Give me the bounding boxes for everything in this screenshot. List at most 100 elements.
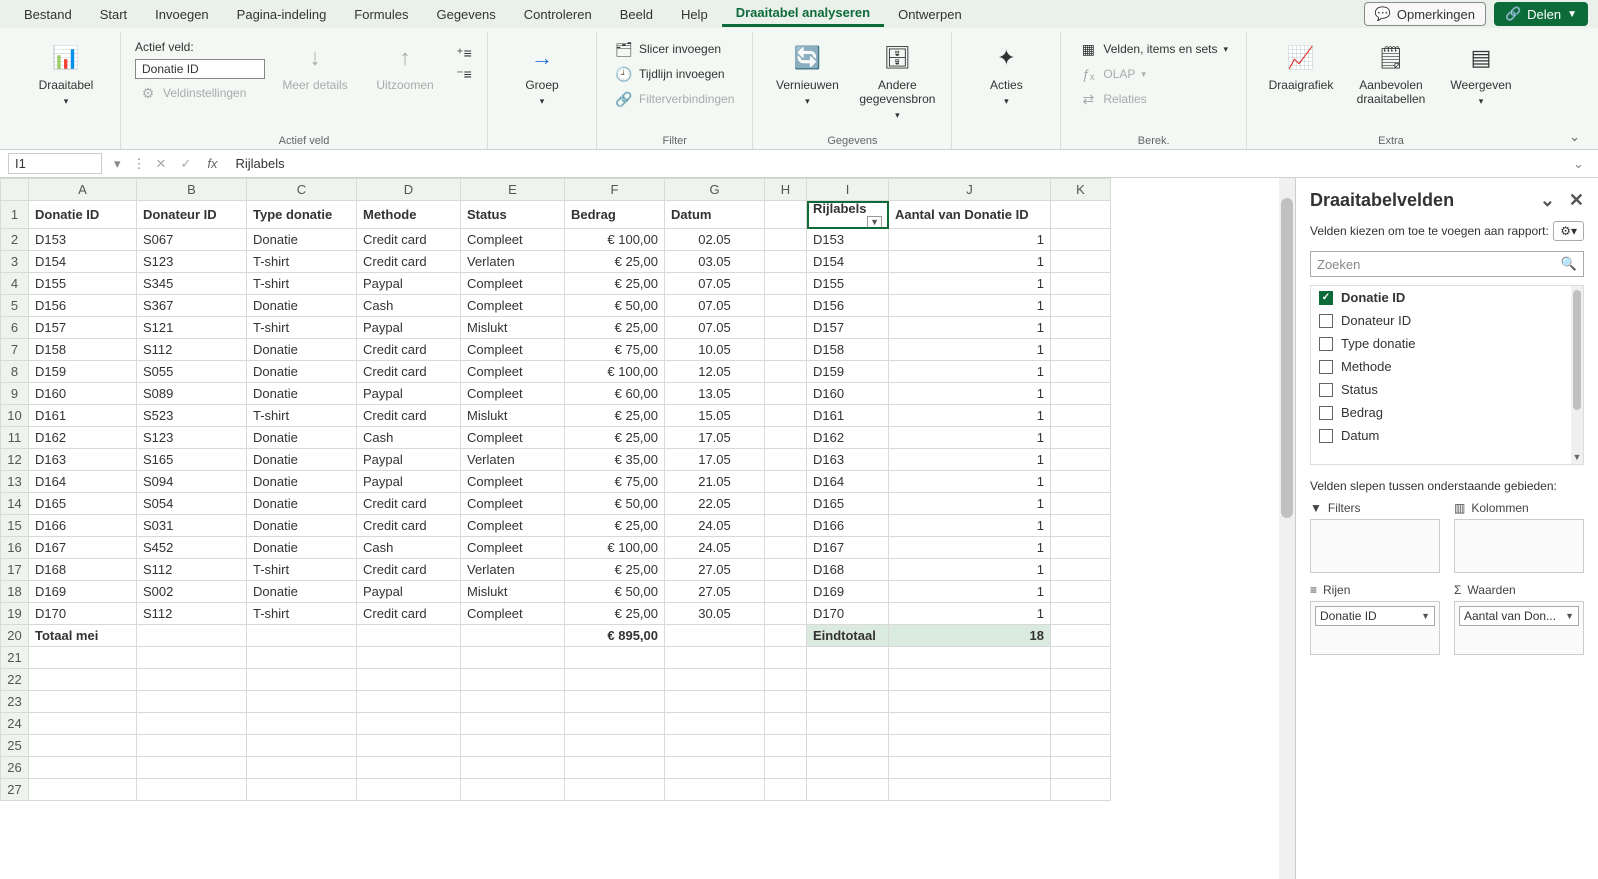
cell[interactable]: T-shirt xyxy=(247,251,357,273)
cell[interactable]: S452 xyxy=(137,537,247,559)
group-button[interactable]: →Groep▾ xyxy=(502,38,582,111)
pivot-row-label[interactable]: D154 xyxy=(807,251,889,273)
cell[interactable]: S094 xyxy=(137,471,247,493)
col-header-C[interactable]: C xyxy=(247,179,357,201)
cell[interactable]: 17.05 xyxy=(665,449,765,471)
menu-help[interactable]: Help xyxy=(667,3,722,26)
cell[interactable]: D166 xyxy=(29,515,137,537)
comments-button[interactable]: 💬Opmerkingen xyxy=(1364,2,1486,26)
cell[interactable]: Paypal xyxy=(357,581,461,603)
pivot-row-value[interactable]: 1 xyxy=(889,383,1051,405)
pane-collapse-icon[interactable]: ⌄ xyxy=(1540,190,1555,211)
field-donateur-id[interactable]: Donateur ID xyxy=(1311,309,1583,332)
cell[interactable]: € 25,00 xyxy=(565,427,665,449)
relations-button[interactable]: ⇄Relaties xyxy=(1075,88,1232,110)
cell[interactable]: Compleet xyxy=(461,273,565,295)
columns-dropzone[interactable] xyxy=(1454,519,1584,573)
cell[interactable]: S031 xyxy=(137,515,247,537)
col-header-F[interactable]: F xyxy=(565,179,665,201)
more-details-button[interactable]: ↓Meer details xyxy=(275,38,355,96)
cell[interactable]: 17.05 xyxy=(665,427,765,449)
cell[interactable]: Compleet xyxy=(461,603,565,625)
row-header-18[interactable]: 18 xyxy=(1,581,29,603)
filters-dropzone[interactable] xyxy=(1310,519,1440,573)
row-header-10[interactable]: 10 xyxy=(1,405,29,427)
pivot-rowlabels-header[interactable]: Rijlabels▼ xyxy=(807,201,889,229)
pivot-row-value[interactable]: 1 xyxy=(889,339,1051,361)
cell[interactable]: Mislukt xyxy=(461,581,565,603)
vdots-icon[interactable]: ⋮ xyxy=(133,156,146,172)
cell[interactable]: D165 xyxy=(29,493,137,515)
cell[interactable]: Verlaten xyxy=(461,449,565,471)
fieldlist-scrollbar[interactable]: ▲ ▼ xyxy=(1571,286,1583,464)
cell[interactable]: Verlaten xyxy=(461,559,565,581)
pivot-row-label[interactable]: D161 xyxy=(807,405,889,427)
cell[interactable]: Donatie xyxy=(247,295,357,317)
cell[interactable]: Cash xyxy=(357,295,461,317)
cell[interactable]: S055 xyxy=(137,361,247,383)
row-header-9[interactable]: 9 xyxy=(1,383,29,405)
pivot-row-label[interactable]: D166 xyxy=(807,515,889,537)
menu-bestand[interactable]: Bestand xyxy=(10,3,86,26)
cell[interactable]: S112 xyxy=(137,559,247,581)
insert-slicer-button[interactable]: 🗂Slicer invoegen xyxy=(611,38,738,60)
cell[interactable]: D161 xyxy=(29,405,137,427)
row-header-13[interactable]: 13 xyxy=(1,471,29,493)
pivot-row-label[interactable]: D156 xyxy=(807,295,889,317)
cell[interactable]: 27.05 xyxy=(665,581,765,603)
row-header-24[interactable]: 24 xyxy=(1,713,29,735)
active-field-input[interactable]: Donatie ID xyxy=(135,59,265,79)
cell[interactable]: 07.05 xyxy=(665,317,765,339)
pivot-row-value[interactable]: 1 xyxy=(889,581,1051,603)
cell[interactable]: Mislukt xyxy=(461,317,565,339)
pivot-row-label[interactable]: D165 xyxy=(807,493,889,515)
row-header-11[interactable]: 11 xyxy=(1,427,29,449)
cell[interactable]: Paypal xyxy=(357,449,461,471)
data-header[interactable]: Status xyxy=(461,201,565,229)
cell[interactable]: Compleet xyxy=(461,361,565,383)
field-type-donatie[interactable]: Type donatie xyxy=(1311,332,1583,355)
row-header-14[interactable]: 14 xyxy=(1,493,29,515)
select-all-cell[interactable] xyxy=(1,179,29,201)
cell[interactable]: 07.05 xyxy=(665,273,765,295)
worksheet[interactable]: ABCDEFGHIJK1Donatie IDDonateur IDType do… xyxy=(0,178,1295,879)
field-bedrag[interactable]: Bedrag xyxy=(1311,401,1583,424)
pivot-row-value[interactable]: 1 xyxy=(889,449,1051,471)
col-header-J[interactable]: J xyxy=(889,179,1051,201)
menu-draaitabel-analyseren[interactable]: Draaitabel analyseren xyxy=(722,1,884,27)
cell[interactable]: Credit card xyxy=(357,339,461,361)
show-button[interactable]: ▤Weergeven▾ xyxy=(1441,38,1521,111)
pivot-row-value[interactable]: 1 xyxy=(889,537,1051,559)
cell[interactable]: 22.05 xyxy=(665,493,765,515)
cell[interactable]: Donatie xyxy=(247,493,357,515)
total-value[interactable]: € 895,00 xyxy=(565,625,665,647)
cell[interactable]: Compleet xyxy=(461,471,565,493)
col-header-D[interactable]: D xyxy=(357,179,461,201)
formula-input[interactable]: Rijlabels xyxy=(229,154,1561,173)
pivot-row-label[interactable]: D159 xyxy=(807,361,889,383)
cell[interactable]: € 60,00 xyxy=(565,383,665,405)
cell[interactable]: Donatie xyxy=(247,339,357,361)
cell[interactable]: Paypal xyxy=(357,273,461,295)
cell[interactable]: Credit card xyxy=(357,405,461,427)
pivot-row-value[interactable]: 1 xyxy=(889,427,1051,449)
cell[interactable]: 24.05 xyxy=(665,515,765,537)
filter-connections-button[interactable]: 🔗Filterverbindingen xyxy=(611,88,738,110)
namebox-dropdown[interactable]: ▾ xyxy=(108,156,127,172)
data-header[interactable]: Datum xyxy=(665,201,765,229)
row-header-22[interactable]: 22 xyxy=(1,669,29,691)
cell[interactable]: 15.05 xyxy=(665,405,765,427)
cell[interactable]: D169 xyxy=(29,581,137,603)
row-header-21[interactable]: 21 xyxy=(1,647,29,669)
pivot-row-label[interactable]: D155 xyxy=(807,273,889,295)
cell[interactable]: T-shirt xyxy=(247,273,357,295)
cell[interactable]: 24.05 xyxy=(665,537,765,559)
values-dropzone[interactable]: Aantal van Don...▼ xyxy=(1454,601,1584,655)
pivottable-button[interactable]: 📊Draaitabel▾ xyxy=(26,38,106,111)
cancel-icon[interactable]: ✕ xyxy=(152,156,171,172)
pane-close-icon[interactable]: ✕ xyxy=(1569,190,1584,211)
cell[interactable]: Donatie xyxy=(247,449,357,471)
cell[interactable]: 02.05 xyxy=(665,229,765,251)
cell[interactable]: T-shirt xyxy=(247,603,357,625)
share-button[interactable]: 🔗Delen▼ xyxy=(1494,2,1588,26)
